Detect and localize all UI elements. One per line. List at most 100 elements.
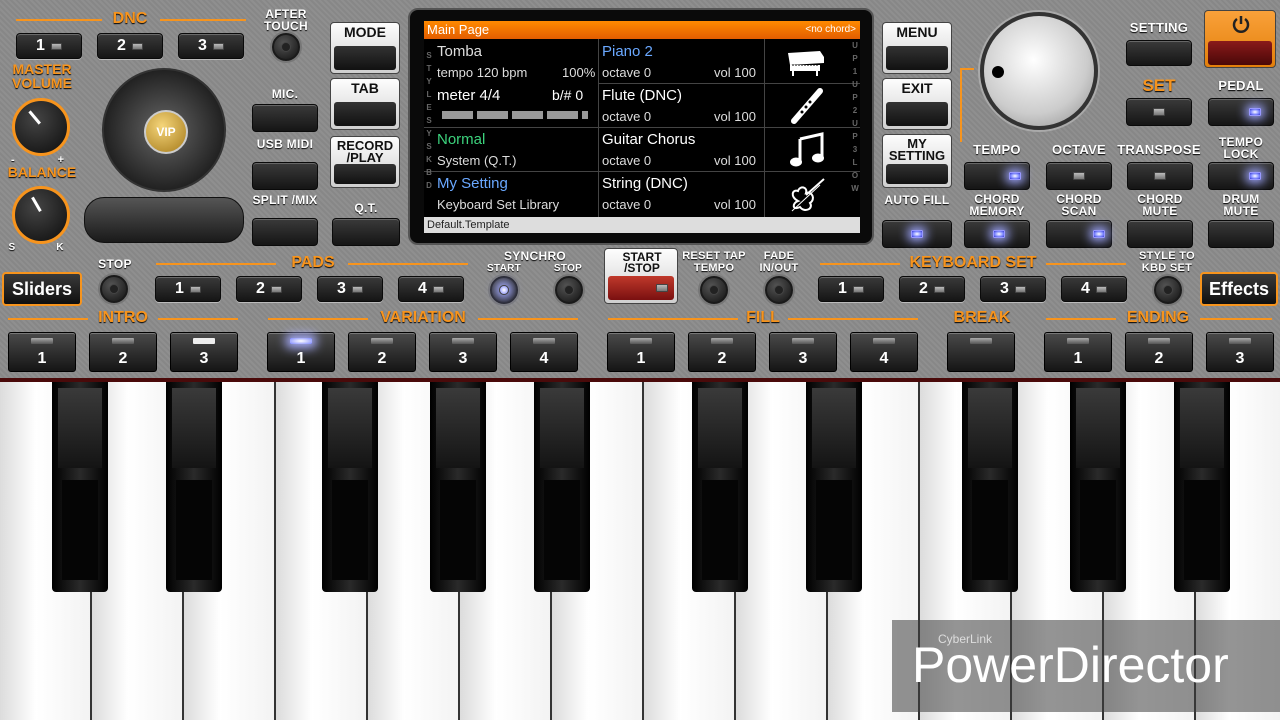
mode-button[interactable]: MODE	[330, 22, 400, 74]
pads-stop-button[interactable]	[100, 275, 128, 303]
after-touch-button[interactable]	[272, 33, 300, 61]
black-key[interactable]	[692, 382, 748, 592]
kbd-set-button-3[interactable]: 3	[980, 276, 1046, 302]
exit-button[interactable]: EXIT	[882, 78, 952, 130]
menu-button[interactable]: MENU	[882, 22, 952, 74]
keyboard-set-name[interactable]: My Setting	[437, 175, 508, 192]
black-key[interactable]	[806, 382, 862, 592]
pad-button-2[interactable]: 2	[236, 276, 302, 302]
black-key[interactable]	[430, 382, 486, 592]
voice-low-name[interactable]: String (DNC)	[602, 175, 688, 192]
ending-button-3[interactable]: 3	[1206, 332, 1274, 372]
vertical-letter: D	[426, 181, 432, 190]
variation-button-2[interactable]: 2	[348, 332, 416, 372]
ending-button-2[interactable]: 2	[1125, 332, 1193, 372]
pedal-button[interactable]	[1208, 98, 1274, 126]
sliders-button[interactable]: Sliders	[2, 272, 82, 306]
black-key[interactable]	[1070, 382, 1126, 592]
split-mix-button[interactable]	[252, 218, 318, 246]
voice-up1-name[interactable]: Piano 2	[602, 43, 653, 60]
style-to-kbd-button[interactable]	[1154, 276, 1182, 304]
balance-knob[interactable]	[12, 186, 70, 244]
pad-button-4[interactable]: 4	[398, 276, 464, 302]
tempo-button[interactable]	[964, 162, 1030, 190]
power-button[interactable]	[1204, 10, 1276, 68]
black-key[interactable]	[322, 382, 378, 592]
black-key[interactable]	[166, 382, 222, 592]
reset-tap-tempo-button[interactable]	[700, 276, 728, 304]
fade-label: FADE IN/OUT	[759, 250, 799, 274]
synchro-stop-button[interactable]	[555, 276, 583, 304]
kbd-set-button-4[interactable]: 4	[1061, 276, 1127, 302]
display-divider	[598, 39, 599, 217]
effects-button[interactable]: Effects	[1200, 272, 1278, 306]
black-key[interactable]	[534, 382, 590, 592]
transpose-button[interactable]	[1127, 162, 1193, 190]
chord-scan-button[interactable]	[1046, 220, 1112, 248]
fill-button-2[interactable]: 2	[688, 332, 756, 372]
knob-indicator	[28, 110, 41, 125]
tempo-led	[1009, 172, 1021, 180]
pad-led	[193, 338, 215, 344]
ending-button-1[interactable]: 1	[1044, 332, 1112, 372]
kbd-set-button-2[interactable]: 2	[899, 276, 965, 302]
intro-button-1[interactable]: 1	[8, 332, 76, 372]
variation-button-1[interactable]: 1	[267, 332, 335, 372]
voice-up3-name[interactable]: Guitar Chorus	[602, 131, 695, 148]
system-name[interactable]: Normal	[437, 131, 485, 148]
octave-button[interactable]	[1046, 162, 1112, 190]
display-divider	[424, 127, 598, 128]
dnc-button-2[interactable]: 2	[97, 33, 163, 59]
balance-s-label: S	[8, 242, 16, 253]
kbd-set-button-1[interactable]: 1	[818, 276, 884, 302]
my-setting-button[interactable]: MY SETTING	[882, 134, 952, 188]
chord-memory-button[interactable]	[964, 220, 1030, 248]
break-button[interactable]	[947, 332, 1015, 372]
black-key[interactable]	[962, 382, 1018, 592]
style-name[interactable]: Tomba	[437, 43, 482, 60]
variation-button-4[interactable]: 4	[510, 332, 578, 372]
black-key[interactable]	[1174, 382, 1230, 592]
data-dial[interactable]	[980, 12, 1098, 130]
dnc-button-3[interactable]: 3	[178, 33, 244, 59]
mic-button[interactable]	[252, 104, 318, 132]
auto-fill-button[interactable]	[882, 220, 952, 248]
after-touch-led	[281, 42, 291, 52]
pad-button-1[interactable]: 1	[155, 276, 221, 302]
mode-label: MODE	[344, 24, 386, 40]
intro-button-2[interactable]: 2	[89, 332, 157, 372]
fade-button[interactable]	[765, 276, 793, 304]
button-bar	[886, 102, 948, 126]
pad-button-3[interactable]: 3	[317, 276, 383, 302]
key-shade	[332, 480, 368, 580]
tab-button[interactable]: TAB	[330, 78, 400, 130]
black-key[interactable]	[52, 382, 108, 592]
fill-button-3[interactable]: 3	[769, 332, 837, 372]
ending-rule	[1200, 318, 1272, 320]
dnc-button-1[interactable]: 1	[16, 33, 82, 59]
master-volume-knob[interactable]	[12, 98, 70, 156]
variation-button-3[interactable]: 3	[429, 332, 497, 372]
pad-1-label: 1	[175, 280, 184, 297]
kbd-set-1-label: 1	[838, 280, 847, 297]
setting-button[interactable]	[1126, 40, 1192, 66]
pad-led	[371, 338, 393, 344]
synchro-start-button[interactable]	[490, 276, 518, 304]
break-label: BREAK	[953, 309, 1011, 326]
drum-mute-button[interactable]	[1208, 220, 1274, 248]
usb-midi-button[interactable]	[252, 162, 318, 190]
chord-indicator: <no chord>	[805, 24, 856, 35]
chord-mute-button[interactable]	[1127, 220, 1193, 248]
voice-up2-name[interactable]: Flute (DNC)	[602, 87, 682, 104]
fill-button-1[interactable]: 1	[607, 332, 675, 372]
tempo-lock-button[interactable]	[1208, 162, 1274, 190]
qt-button[interactable]	[332, 218, 400, 246]
record-play-button[interactable]: RECORD /PLAY	[330, 136, 400, 188]
fill-button-4[interactable]: 4	[850, 332, 918, 372]
start-stop-button[interactable]: START /STOP	[604, 248, 678, 304]
set-button[interactable]	[1126, 98, 1192, 126]
key-shade	[972, 480, 1008, 580]
pad-number: 3	[798, 350, 808, 367]
flute-icon	[791, 88, 823, 124]
intro-button-3[interactable]: 3	[170, 332, 238, 372]
